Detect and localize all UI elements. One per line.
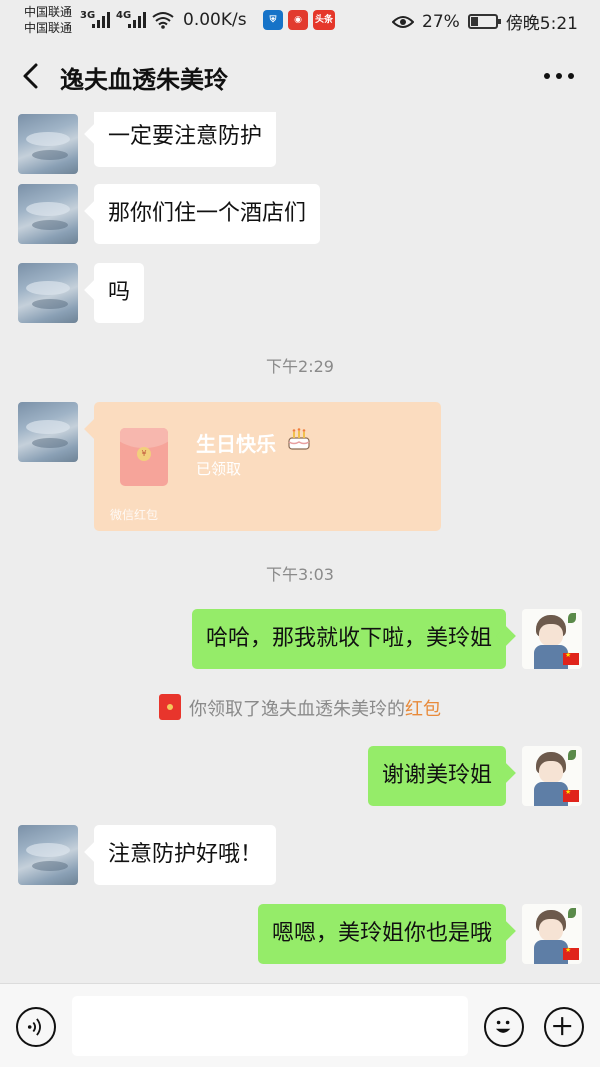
- red-packet-mini-icon: [159, 694, 181, 720]
- message-bubble-outgoing[interactable]: 嗯嗯，美玲姐你也是哦: [257, 904, 506, 964]
- my-avatar[interactable]: [522, 904, 582, 964]
- timestamp: 下午2:29: [266, 357, 334, 376]
- back-arrow-icon[interactable]: [18, 62, 44, 90]
- my-avatar[interactable]: [522, 746, 582, 806]
- toutiao-app-icon: 头条: [313, 10, 335, 30]
- my-avatar[interactable]: [522, 609, 582, 669]
- message-list[interactable]: 一定要注意防护 那你们住一个酒店们 吗 下午2:29 ¥ 生日快乐 已领取 微信…: [0, 112, 600, 983]
- system-notice: 你领取了逸夫血透朱美玲的红包: [0, 694, 600, 721]
- contact-avatar[interactable]: [18, 184, 78, 244]
- chat-header: 逸夫血透朱美玲: [0, 40, 600, 112]
- message-bubble-outgoing[interactable]: 谢谢美玲姐: [367, 746, 506, 806]
- contact-avatar[interactable]: [18, 114, 78, 174]
- red-packet-status: 已领取: [196, 460, 242, 478]
- message-bubble-incoming[interactable]: 那你们住一个酒店们: [94, 184, 321, 244]
- status-right: 27% 傍晚5:21: [392, 9, 578, 34]
- contact-avatar[interactable]: [18, 402, 78, 462]
- input-bar: [0, 983, 600, 1067]
- birthday-cake-icon: [288, 428, 310, 450]
- chat-title: 逸夫血透朱美玲: [60, 66, 228, 94]
- timestamp: 下午3:03: [266, 565, 334, 584]
- net-speed: 0.00K/s: [183, 10, 247, 30]
- red-packet-card[interactable]: ¥ 生日快乐 已领取 微信红包: [94, 402, 441, 531]
- message-bubble-incoming[interactable]: 注意防护好哦！: [94, 825, 277, 885]
- contact-avatar[interactable]: [18, 825, 78, 885]
- signal-bars-icon: [92, 12, 112, 28]
- voice-input-icon[interactable]: [16, 1007, 56, 1047]
- status-bar: 中国联通 中国联通 3G 4G 0.00K/s ⛨ ◉ 头条 27% 傍晚5:2…: [0, 0, 600, 40]
- clock: 傍晚5:21: [505, 14, 578, 34]
- netease-music-icon: ◉: [288, 10, 308, 30]
- message-bubble-outgoing[interactable]: 哈哈，那我就收下啦，美玲姐: [191, 609, 506, 669]
- emoji-icon[interactable]: [484, 1007, 524, 1047]
- message-input[interactable]: [72, 996, 468, 1056]
- more-options-icon[interactable]: [544, 73, 574, 81]
- carrier-2: 中国联通: [24, 21, 73, 35]
- signal-bars-icon: [128, 12, 148, 28]
- shield-app-icon: ⛨: [263, 10, 283, 30]
- red-packet-link[interactable]: 红包: [405, 699, 441, 720]
- message-bubble-incoming[interactable]: 吗: [94, 263, 145, 323]
- carrier-1: 中国联通: [24, 5, 73, 19]
- message-bubble-incoming[interactable]: 一定要注意防护: [94, 112, 277, 167]
- more-actions-plus-icon[interactable]: [544, 1007, 584, 1047]
- battery-percent: 27%: [422, 11, 460, 32]
- red-packet-title: 生日快乐: [196, 432, 276, 456]
- system-notice-text: 你领取了逸夫血透朱美玲的: [189, 699, 405, 720]
- carrier-names: 中国联通 中国联通: [24, 4, 72, 36]
- eye-icon: [392, 15, 415, 28]
- red-envelope-icon: ¥: [120, 428, 168, 486]
- battery-icon: [467, 14, 501, 29]
- wifi-icon: [152, 12, 174, 29]
- contact-avatar[interactable]: [18, 263, 78, 323]
- red-packet-label: 微信红包: [110, 508, 159, 522]
